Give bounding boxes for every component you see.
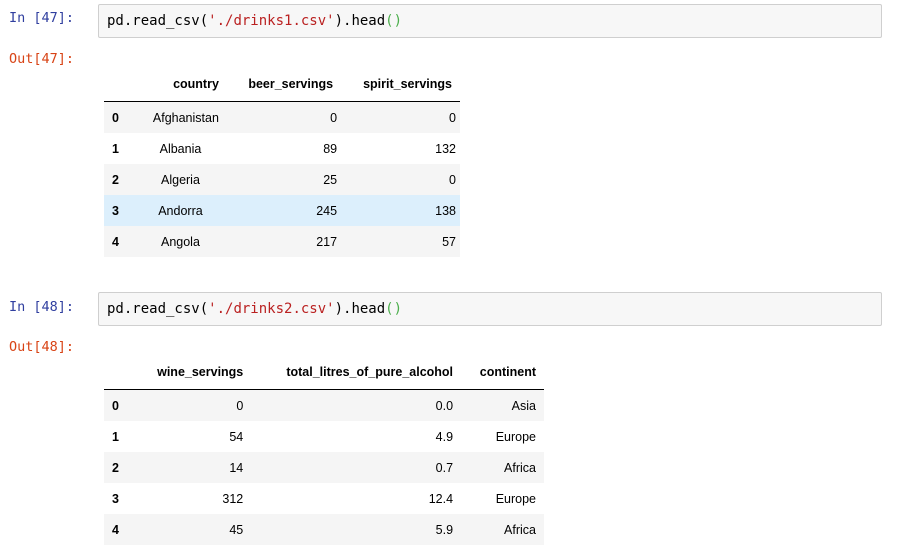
table-cell: Europe xyxy=(495,429,536,444)
table-cell: Africa xyxy=(504,522,536,537)
input-prompt-47: In [47]: xyxy=(9,10,75,26)
table-cell: 0 xyxy=(236,398,244,413)
table-cell: Andorra xyxy=(158,203,203,218)
table-cell: Europe xyxy=(495,491,536,506)
dataframe-output-47: country beer_servings spirit_servings 0 … xyxy=(104,67,460,257)
column-header-total-litres: total_litres_of_pure_alcohol xyxy=(251,355,462,390)
table-cell: 89 xyxy=(323,141,338,156)
table-row: 0 Afghanistan 0 0 xyxy=(104,101,460,133)
table-cell: 57 xyxy=(442,234,456,249)
table-row-hovered: 3 Andorra 245 138 xyxy=(104,195,460,226)
table-cell: 45 xyxy=(229,522,244,537)
row-index: 2 xyxy=(112,460,119,475)
code-parens: () xyxy=(385,301,403,317)
table-row: 4 Angola 217 57 xyxy=(104,226,460,257)
code-method: ).head xyxy=(334,301,386,317)
table-cell: Angola xyxy=(160,234,200,249)
dataframe-output-48: wine_servings total_litres_of_pure_alcoh… xyxy=(104,355,544,545)
table-cell: 54 xyxy=(229,429,244,444)
table-cell: 14 xyxy=(229,460,244,475)
table-row: 2 14 0.7 Africa xyxy=(104,452,544,483)
row-index: 1 xyxy=(112,141,119,156)
table-cell: 132 xyxy=(435,141,456,156)
table-cell: Algeria xyxy=(161,172,200,187)
column-header-continent: continent xyxy=(461,355,544,390)
table-cell: 312 xyxy=(222,491,244,506)
table-cell: 138 xyxy=(435,203,456,218)
row-index: 3 xyxy=(112,491,119,506)
column-header-beer-servings: beer_servings xyxy=(226,67,342,102)
table-row: 3 312 12.4 Europe xyxy=(104,483,544,514)
row-index: 4 xyxy=(112,522,119,537)
table-cell: 0 xyxy=(449,172,456,187)
column-header-country: country xyxy=(134,67,227,102)
table-cell: Africa xyxy=(504,460,536,475)
table-row: 0 0 0.0 Asia xyxy=(104,389,544,421)
output-prompt-48: Out[48]: xyxy=(9,339,75,355)
row-index: 0 xyxy=(112,110,119,125)
column-header-wine-servings: wine_servings xyxy=(134,355,252,390)
code-cell-48[interactable]: pd.read_csv('./drinks2.csv').head() xyxy=(98,292,882,326)
index-header xyxy=(104,67,134,102)
table-cell: 0.0 xyxy=(435,398,454,413)
column-header-spirit-servings: spirit_servings xyxy=(341,67,460,102)
code-method: ).head xyxy=(334,13,386,29)
table-cell: Afghanistan xyxy=(152,110,219,125)
row-index: 4 xyxy=(112,234,119,249)
code-cell-47[interactable]: pd.read_csv('./drinks1.csv').head() xyxy=(98,4,882,38)
table-cell: 245 xyxy=(316,203,338,218)
code-call: pd.read_csv( xyxy=(107,301,209,317)
table-cell: Asia xyxy=(511,398,536,413)
input-prompt-48: In [48]: xyxy=(9,299,75,315)
code-string: './drinks1.csv' xyxy=(208,13,335,29)
table-cell: 0 xyxy=(449,110,456,125)
code-string: './drinks2.csv' xyxy=(208,301,335,317)
table-cell: 0.7 xyxy=(435,460,454,475)
table-header-row: wine_servings total_litres_of_pure_alcoh… xyxy=(104,355,544,390)
table-row: 1 54 4.9 Europe xyxy=(104,421,544,452)
table-row: 1 Albania 89 132 xyxy=(104,133,460,164)
table-cell: 0 xyxy=(330,110,338,125)
row-index: 2 xyxy=(112,172,119,187)
table-header-row: country beer_servings spirit_servings xyxy=(104,67,460,102)
code-call: pd.read_csv( xyxy=(107,13,209,29)
table-row: 2 Algeria 25 0 xyxy=(104,164,460,195)
row-index: 0 xyxy=(112,398,119,413)
table-cell: 25 xyxy=(323,172,338,187)
table-cell: 4.9 xyxy=(435,429,454,444)
code-parens: () xyxy=(385,13,403,29)
table-cell: 12.4 xyxy=(428,491,454,506)
table-row: 4 45 5.9 Africa xyxy=(104,514,544,545)
row-index: 1 xyxy=(112,429,119,444)
table-cell: 5.9 xyxy=(435,522,454,537)
table-cell: Albania xyxy=(159,141,202,156)
output-prompt-47: Out[47]: xyxy=(9,51,75,67)
table-cell: 217 xyxy=(316,234,338,249)
index-header xyxy=(104,355,134,390)
row-index: 3 xyxy=(112,203,119,218)
